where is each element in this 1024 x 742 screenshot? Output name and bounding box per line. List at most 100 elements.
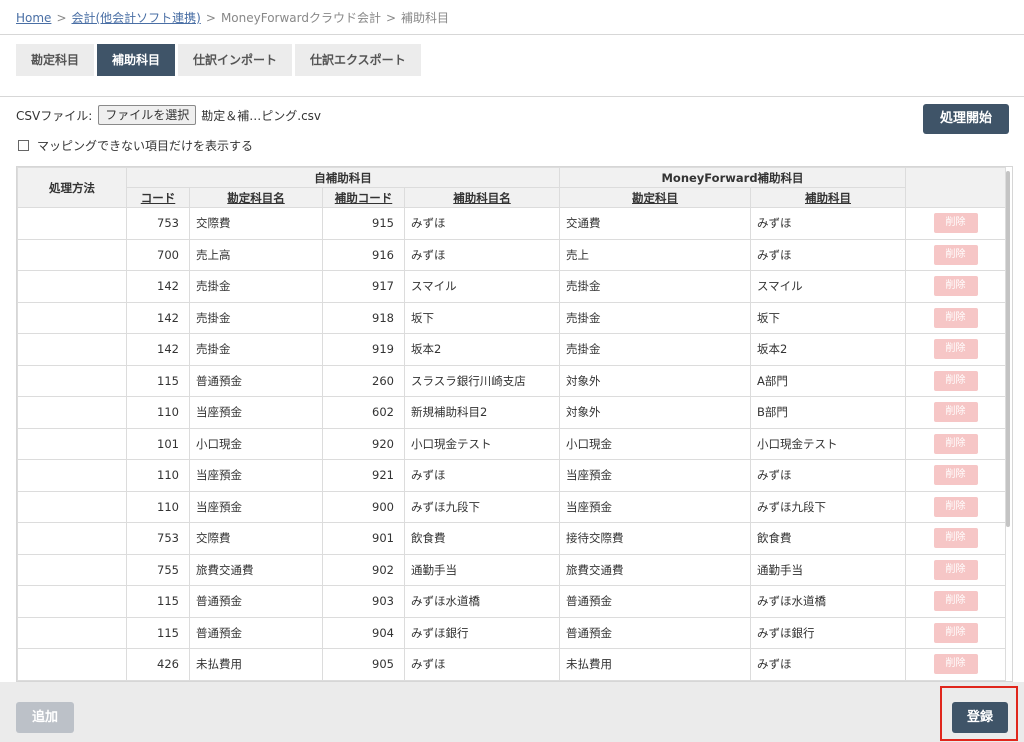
method-cell[interactable] xyxy=(17,553,127,586)
start-processing-button[interactable]: 処理開始 xyxy=(923,104,1009,134)
account-name-cell: 当座預金 xyxy=(189,490,323,523)
mf-sub-cell: みずほ九段下 xyxy=(749,490,907,523)
column-account-name-label: 勘定科目名 xyxy=(227,190,285,205)
account-name-cell: 交際費 xyxy=(189,522,323,555)
footer-bar: 追加 登録 xyxy=(0,682,1024,742)
column-account-name[interactable]: 勘定科目名 xyxy=(189,187,323,208)
delete-button[interactable]: 削除 xyxy=(933,276,978,297)
sub-name-cell: みずほ xyxy=(404,648,560,681)
sub-name-cell: みずほ xyxy=(404,459,560,492)
mf-account-cell: 当座預金 xyxy=(559,490,751,523)
method-cell[interactable] xyxy=(17,301,127,334)
delete-button[interactable]: 削除 xyxy=(933,528,978,549)
code-cell: 110 xyxy=(126,459,190,492)
sub-name-cell: 坂下 xyxy=(404,301,560,334)
choose-file-button[interactable]: ファイルを選択 xyxy=(98,105,197,125)
method-cell[interactable] xyxy=(17,585,127,618)
mf-account-cell: 対象外 xyxy=(559,396,751,429)
breadcrumb-home-link[interactable]: Home xyxy=(16,11,51,25)
delete-button[interactable]: 削除 xyxy=(933,622,978,643)
code-cell: 115 xyxy=(126,616,190,649)
method-cell[interactable] xyxy=(17,648,127,681)
sub-name-cell: スマイル xyxy=(404,270,560,303)
account-name-cell: 売掛金 xyxy=(189,333,323,366)
mf-account-cell: 売上 xyxy=(559,238,751,271)
tab-bar: 勘定科目 補助科目 仕訳インポート 仕訳エクスポート xyxy=(16,44,421,76)
table-scrollbar[interactable] xyxy=(1006,171,1010,527)
mf-sub-cell: B部門 xyxy=(749,396,907,429)
code-cell: 142 xyxy=(126,333,190,366)
method-cell[interactable] xyxy=(17,270,127,303)
sub-name-cell: 小口現金テスト xyxy=(404,427,560,460)
account-name-cell: 交際費 xyxy=(189,207,323,240)
tab-journal-import[interactable]: 仕訳インポート xyxy=(178,44,293,76)
code-cell: 426 xyxy=(126,648,190,681)
delete-button[interactable]: 削除 xyxy=(933,213,978,234)
method-cell[interactable] xyxy=(17,396,127,429)
sub-code-cell: 904 xyxy=(322,616,405,649)
code-cell: 755 xyxy=(126,553,190,586)
code-cell: 753 xyxy=(126,522,190,555)
delete-button[interactable]: 削除 xyxy=(933,339,978,360)
method-cell[interactable] xyxy=(17,238,127,271)
action-cell: 削除 xyxy=(905,459,1007,492)
mf-sub-cell: 坂下 xyxy=(749,301,907,334)
register-button[interactable]: 登録 xyxy=(952,702,1008,733)
method-cell[interactable] xyxy=(17,616,127,649)
sub-name-cell: みずほ水道橋 xyxy=(404,585,560,618)
sub-code-cell: 901 xyxy=(322,522,405,555)
add-button[interactable]: 追加 xyxy=(16,702,74,733)
sub-code-cell: 921 xyxy=(322,459,405,492)
divider xyxy=(0,96,1024,97)
tab-accounts[interactable]: 勘定科目 xyxy=(16,44,95,76)
delete-button[interactable]: 削除 xyxy=(933,654,978,675)
column-code[interactable]: コード xyxy=(126,187,190,208)
method-cell[interactable] xyxy=(17,522,127,555)
sub-code-cell: 920 xyxy=(322,427,405,460)
delete-button[interactable]: 削除 xyxy=(933,465,978,486)
sub-code-cell: 916 xyxy=(322,238,405,271)
delete-button[interactable]: 削除 xyxy=(933,402,978,423)
code-cell: 700 xyxy=(126,238,190,271)
column-sub-code[interactable]: 補助コード xyxy=(322,187,405,208)
method-cell[interactable] xyxy=(17,333,127,366)
column-code-label: コード xyxy=(140,190,176,205)
account-name-cell: 当座預金 xyxy=(189,459,323,492)
mf-account-cell: 交通費 xyxy=(559,207,751,240)
table-row: 142 売掛金 919 坂本2 売掛金 坂本2 削除 xyxy=(17,333,1007,366)
delete-button[interactable]: 削除 xyxy=(933,370,978,391)
mf-account-cell: 普通預金 xyxy=(559,585,751,618)
tab-journal-export[interactable]: 仕訳エクスポート xyxy=(295,44,421,76)
mf-sub-cell: 小口現金テスト xyxy=(749,427,907,460)
account-name-cell: 普通預金 xyxy=(189,616,323,649)
delete-button[interactable]: 削除 xyxy=(933,433,978,454)
unmapped-only-checkbox[interactable] xyxy=(18,140,29,151)
breadcrumb-accounting-link[interactable]: 会計(他会計ソフト連携) xyxy=(72,11,201,25)
delete-button[interactable]: 削除 xyxy=(933,244,978,265)
action-cell: 削除 xyxy=(905,490,1007,523)
sub-name-cell: 通勤手当 xyxy=(404,553,560,586)
action-cell: 削除 xyxy=(905,364,1007,397)
delete-button[interactable]: 削除 xyxy=(933,496,978,517)
method-cell[interactable] xyxy=(17,459,127,492)
account-name-cell: 売上高 xyxy=(189,238,323,271)
method-cell[interactable] xyxy=(17,427,127,460)
method-cell[interactable] xyxy=(17,364,127,397)
method-cell[interactable] xyxy=(17,207,127,240)
method-cell[interactable] xyxy=(17,490,127,523)
breadcrumb-current: 補助科目 xyxy=(401,11,450,25)
account-name-cell: 当座預金 xyxy=(189,396,323,429)
delete-button[interactable]: 削除 xyxy=(933,559,978,580)
mf-account-cell: 小口現金 xyxy=(559,427,751,460)
mapping-table-container[interactable]: 処理方法 自補助科目 MoneyForward補助科目 コード 勘定科目名 補助… xyxy=(16,166,1013,682)
delete-button[interactable]: 削除 xyxy=(933,591,978,612)
column-mf-sub[interactable]: 補助科目 xyxy=(749,187,907,208)
delete-button[interactable]: 削除 xyxy=(933,307,978,328)
action-cell: 削除 xyxy=(905,270,1007,303)
column-sub-code-label: 補助コード xyxy=(334,190,393,205)
sub-code-cell: 919 xyxy=(322,333,405,366)
column-mf-account[interactable]: 勘定科目 xyxy=(559,187,751,208)
tab-sub-accounts[interactable]: 補助科目 xyxy=(97,44,176,76)
sub-name-cell: みずほ九段下 xyxy=(404,490,560,523)
column-sub-name[interactable]: 補助科目名 xyxy=(404,187,560,208)
